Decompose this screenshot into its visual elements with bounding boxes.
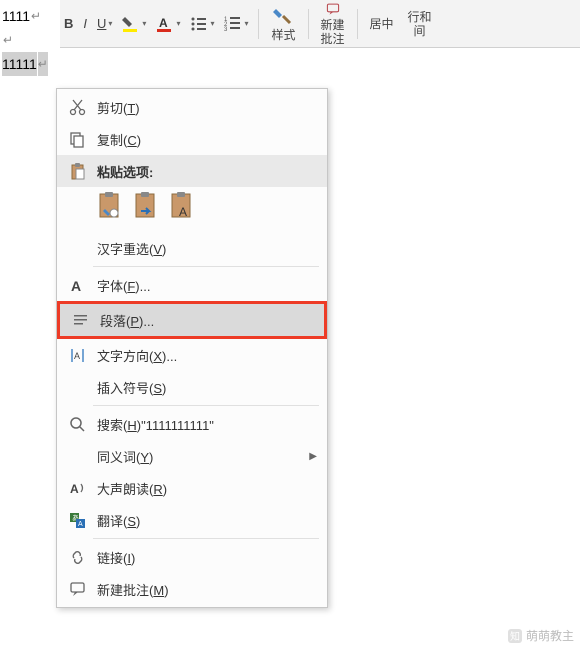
menu-separator bbox=[93, 405, 319, 406]
menu-font[interactable]: A字体(F)... bbox=[57, 269, 327, 301]
menu-paragraph[interactable]: 段落(P)... bbox=[57, 301, 327, 339]
menu-new-comment[interactable]: 新建批注(M) bbox=[57, 573, 327, 605]
numbering-button[interactable]: 123▾ bbox=[220, 8, 252, 40]
menu-synonym[interactable]: 同义词(Y)▶ bbox=[57, 440, 327, 472]
bullets-icon bbox=[190, 15, 208, 33]
paragraph-mark-icon: ↵ bbox=[3, 28, 13, 52]
line-spacing-button[interactable]: 行和间 bbox=[402, 2, 438, 46]
menu-search[interactable]: 搜索(H)"1111111111" bbox=[57, 408, 327, 440]
paste-keep-formatting[interactable] bbox=[97, 191, 123, 224]
translate-icon: あA bbox=[69, 512, 86, 529]
new-comment-button[interactable]: 新建批注 bbox=[315, 2, 351, 46]
watermark: 知 萌萌教主 bbox=[508, 627, 574, 644]
svg-text:A: A bbox=[74, 351, 80, 361]
menu-text-direction[interactable]: A文字方向(X)... bbox=[57, 339, 327, 371]
font-icon: A bbox=[69, 277, 86, 294]
paragraph-icon bbox=[72, 312, 89, 329]
menu-translate[interactable]: あA翻译(S) bbox=[57, 504, 327, 536]
svg-text:A: A bbox=[159, 16, 168, 30]
svg-text:A: A bbox=[78, 521, 83, 528]
menu-ime-reconvert[interactable]: 汉字重选(V) bbox=[57, 232, 327, 264]
svg-text:A: A bbox=[71, 278, 81, 294]
comment-icon bbox=[323, 2, 343, 16]
document-text: 1111↵ ↵ 11111↵ bbox=[0, 0, 60, 80]
styles-icon bbox=[273, 6, 293, 26]
selected-text[interactable]: 11111 bbox=[2, 52, 37, 76]
menu-read-aloud[interactable]: A大声朗读(R) bbox=[57, 472, 327, 504]
numbering-icon: 123 bbox=[224, 15, 242, 33]
menu-copy[interactable]: 复制(C) bbox=[57, 123, 327, 155]
paste-merge-formatting[interactable] bbox=[133, 191, 159, 224]
menu-paste-options-header: 粘贴选项: bbox=[57, 155, 327, 187]
read-aloud-icon: A bbox=[69, 480, 86, 497]
text-direction-icon: A bbox=[69, 347, 86, 364]
submenu-arrow-icon: ▶ bbox=[309, 451, 317, 462]
paste-icon bbox=[69, 163, 86, 180]
highlight-button[interactable]: ▾ bbox=[118, 8, 150, 40]
center-button[interactable]: 居中 bbox=[364, 2, 400, 46]
menu-insert-symbol[interactable]: 插入符号(S) bbox=[57, 371, 327, 403]
bold-button[interactable]: B bbox=[60, 8, 77, 40]
font-color-icon: A bbox=[156, 15, 174, 33]
copy-icon bbox=[69, 131, 86, 148]
text-line-1: 1111 bbox=[2, 4, 30, 28]
menu-cut[interactable]: 剪切(T) bbox=[57, 91, 327, 123]
paste-options-row: A bbox=[57, 187, 327, 232]
paste-text-only[interactable]: A bbox=[169, 191, 195, 224]
cut-icon bbox=[69, 99, 86, 116]
highlight-icon bbox=[122, 15, 140, 33]
svg-text:知: 知 bbox=[510, 630, 520, 643]
paragraph-mark-icon: ↵ bbox=[38, 52, 48, 76]
search-icon bbox=[69, 416, 86, 433]
link-icon bbox=[69, 549, 86, 566]
menu-separator bbox=[93, 538, 319, 539]
comment-icon bbox=[69, 581, 86, 598]
zhihu-icon: 知 bbox=[508, 629, 522, 643]
context-menu: 剪切(T) 复制(C) 粘贴选项: A 汉字重选(V) A字体(F)... 段落… bbox=[56, 88, 328, 608]
styles-button[interactable]: 样式 bbox=[265, 2, 301, 46]
svg-text:A: A bbox=[70, 482, 79, 496]
menu-separator bbox=[93, 266, 319, 267]
italic-button[interactable]: I bbox=[79, 8, 91, 40]
mini-toolbar: B I U▾ ▾ A▾ ▾ 123▾ 样式 新建批注 居中 行和间 bbox=[0, 0, 580, 48]
underline-button[interactable]: U▾ bbox=[93, 8, 116, 40]
paragraph-mark-icon: ↵ bbox=[31, 4, 41, 28]
svg-text:A: A bbox=[179, 205, 187, 219]
menu-link[interactable]: 链接(I) bbox=[57, 541, 327, 573]
svg-text:3: 3 bbox=[224, 27, 228, 33]
font-color-button[interactable]: A▾ bbox=[152, 8, 184, 40]
bullets-button[interactable]: ▾ bbox=[186, 8, 218, 40]
